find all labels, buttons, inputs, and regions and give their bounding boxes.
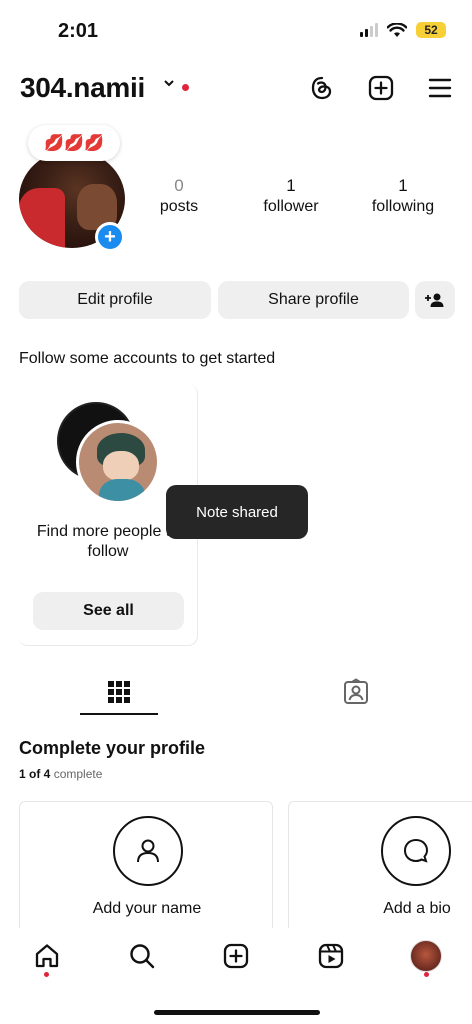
wifi-icon bbox=[387, 22, 407, 37]
status-bar: 2:01 52 bbox=[0, 0, 472, 62]
share-profile-button[interactable]: Share profile bbox=[218, 281, 409, 319]
stat-posts[interactable]: 0 posts bbox=[129, 176, 229, 216]
home-notification-dot bbox=[44, 972, 49, 977]
create-post-icon[interactable] bbox=[216, 936, 256, 976]
chevron-down-icon[interactable] bbox=[162, 76, 176, 95]
suggested-avatar-front bbox=[76, 420, 160, 504]
stat-followers[interactable]: 1 follower bbox=[241, 176, 341, 216]
person-icon bbox=[113, 816, 183, 886]
posts-count: 0 bbox=[174, 176, 184, 195]
add-person-icon bbox=[425, 293, 444, 307]
profile-header: 304.namii bbox=[0, 66, 472, 112]
posts-label: posts bbox=[159, 198, 199, 215]
note-text: 💋💋💋 bbox=[44, 135, 104, 152]
completion-word: complete bbox=[53, 767, 103, 781]
grid-icon bbox=[108, 681, 130, 703]
following-label: following bbox=[371, 198, 435, 215]
search-icon[interactable] bbox=[122, 936, 162, 976]
profile-notification-dot bbox=[424, 972, 429, 977]
note-shared-toast: Note shared bbox=[166, 485, 308, 539]
status-icons: 52 bbox=[360, 22, 446, 38]
battery-indicator: 52 bbox=[416, 22, 446, 38]
menu-icon[interactable] bbox=[426, 74, 454, 102]
see-all-button[interactable]: See all bbox=[33, 592, 184, 630]
follow-suggestions-heading: Follow some accounts to get started bbox=[19, 350, 276, 367]
edit-profile-button[interactable]: Edit profile bbox=[19, 281, 211, 319]
followers-label: follower bbox=[263, 198, 319, 215]
add-name-card[interactable]: Add your name bbox=[19, 801, 273, 933]
add-bio-card[interactable]: Add a bio bbox=[288, 801, 472, 933]
add-story-button[interactable]: + bbox=[95, 222, 125, 252]
add-bio-label: Add a bio bbox=[383, 900, 451, 917]
tab-tagged[interactable] bbox=[326, 672, 386, 712]
profile-tab-avatar[interactable] bbox=[406, 936, 446, 976]
speech-bubble-icon bbox=[381, 816, 451, 886]
add-name-label: Add your name bbox=[92, 900, 202, 917]
following-count: 1 bbox=[398, 176, 408, 195]
active-tab-indicator bbox=[80, 713, 158, 715]
bottom-nav bbox=[0, 928, 472, 988]
followers-count: 1 bbox=[286, 176, 296, 195]
completion-count: 1 of 4 bbox=[19, 767, 51, 781]
stat-following[interactable]: 1 following bbox=[353, 176, 453, 216]
profile-note-bubble[interactable]: 💋💋💋 bbox=[28, 125, 120, 161]
complete-profile-title: Complete your profile bbox=[19, 738, 206, 758]
home-icon[interactable] bbox=[27, 936, 67, 976]
username[interactable]: 304.namii bbox=[20, 72, 145, 104]
status-time: 2:01 bbox=[58, 20, 99, 42]
tab-posts-grid[interactable] bbox=[89, 672, 149, 712]
notification-dot bbox=[182, 84, 189, 91]
reels-icon[interactable] bbox=[311, 936, 351, 976]
home-indicator bbox=[154, 1010, 320, 1015]
signal-icon bbox=[360, 23, 378, 37]
create-icon[interactable] bbox=[367, 74, 395, 102]
completion-progress: 1 of 4 complete bbox=[19, 767, 102, 781]
tagged-icon bbox=[344, 678, 368, 704]
threads-icon[interactable] bbox=[308, 74, 336, 102]
discover-people-button[interactable] bbox=[415, 281, 455, 319]
